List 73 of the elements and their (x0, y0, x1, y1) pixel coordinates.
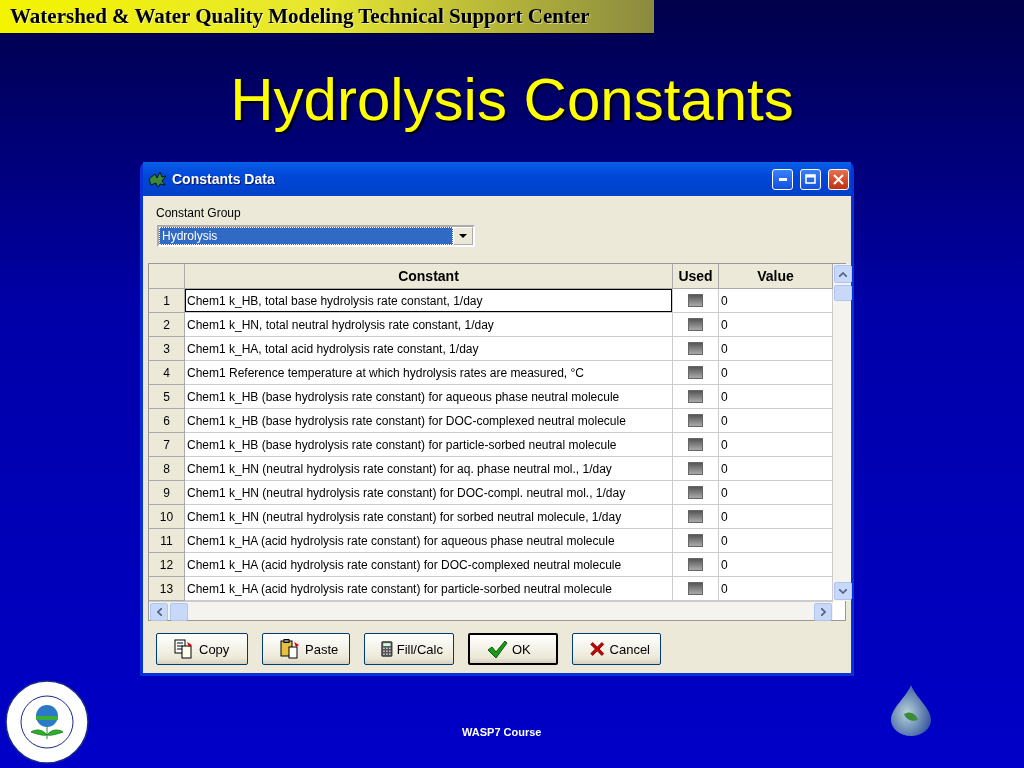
minimize-icon (778, 177, 787, 181)
scroll-thumb[interactable] (170, 603, 188, 621)
row-number: 12 (149, 553, 185, 577)
caret-icon (459, 234, 467, 238)
used-checkbox[interactable] (688, 534, 703, 547)
used-checkbox[interactable] (688, 342, 703, 355)
window-title: Constants Data (172, 171, 276, 187)
used-checkbox[interactable] (688, 294, 703, 307)
used-checkbox[interactable] (688, 510, 703, 523)
water-drop-icon (888, 684, 934, 736)
row-number: 9 (149, 481, 185, 505)
table-cell[interactable]: Chem1 k_HN, total neutral hydrolysis rate constant, 1/day (185, 313, 673, 337)
table-cell[interactable]: Chem1 k_HN (neutral hydrolysis rate constant) for aq. phase neutral mol., 1/day (185, 457, 673, 481)
group-dropdown[interactable]: Hydrolysis (157, 225, 475, 247)
header-text: Watershed & Water Quality Modeling Technical Support Center (10, 4, 590, 29)
table-cell[interactable]: Chem1 k_HB (base hydrolysis rate constant) for DOC-complexed neutral molecule (185, 409, 673, 433)
scroll-left-button[interactable] (150, 603, 168, 621)
table-cell[interactable]: Chem1 k_HA, total acid hydrolysis rate constant, 1/day (185, 337, 673, 361)
scroll-right-button[interactable] (814, 603, 832, 621)
copy-button[interactable]: Copy (156, 633, 248, 665)
used-checkbox[interactable] (688, 318, 703, 331)
row-number: 7 (149, 433, 185, 457)
checkmark-icon (486, 639, 508, 659)
maximize-button[interactable] (800, 168, 821, 190)
used-column-header: Used (673, 264, 719, 289)
table-cell[interactable]: Chem1 Reference temperature at which hydrolysis rates are measured, °C (185, 361, 673, 385)
scroll-down-button[interactable] (834, 582, 852, 600)
cancel-button[interactable]: Cancel (572, 633, 661, 665)
group-label: Constant Group (156, 206, 241, 220)
row-number: 3 (149, 337, 185, 361)
table-cell[interactable]: Chem1 k_HA (acid hydrolysis rate constant) for DOC-complexed neutral molecule (185, 553, 673, 577)
clipboard-icon (279, 639, 301, 659)
x-icon (589, 640, 606, 658)
calculator-icon (381, 638, 393, 660)
close-button[interactable] (828, 168, 849, 190)
row-number: 5 (149, 385, 185, 409)
copy-icon (173, 639, 195, 659)
table-cell[interactable]: Chem1 k_HN (neutral hydrolysis rate constant) for DOC-compl. neutral mol., 1/day (185, 481, 673, 505)
row-number: 2 (149, 313, 185, 337)
row-number: 6 (149, 409, 185, 433)
used-checkbox[interactable] (688, 462, 703, 475)
used-checkbox[interactable] (688, 438, 703, 451)
used-checkbox[interactable] (688, 486, 703, 499)
calc-button[interactable]: Fill/Calc (364, 633, 454, 665)
row-number: 1 (149, 289, 185, 313)
paste-button[interactable]: Paste (262, 633, 350, 665)
table-cell[interactable]: Chem1 k_HN (neutral hydrolysis rate constant) for sorbed neutral molecule, 1/day (185, 505, 673, 529)
value-column-header: Value (719, 264, 833, 289)
minimize-button[interactable] (772, 168, 793, 190)
table-cell[interactable]: Chem1 k_HB (base hydrolysis rate constant) for particle-sorbed neutral molecule (185, 433, 673, 457)
used-checkbox[interactable] (688, 582, 703, 595)
row-number: 13 (149, 577, 185, 601)
ok-button[interactable]: OK (468, 633, 558, 665)
scroll-up-button[interactable] (834, 265, 852, 283)
used-checkbox[interactable] (688, 366, 703, 379)
row-number: 4 (149, 361, 185, 385)
footer-text: WASP7 Course (462, 726, 542, 738)
table-cell[interactable]: Chem1 k_HB, total base hydrolysis rate constant, 1/day (185, 289, 673, 313)
slide-title: Hydrolysis Constants (230, 68, 794, 132)
app-icon (147, 171, 167, 187)
row-number: 11 (149, 529, 185, 553)
scroll-thumb[interactable] (834, 285, 852, 301)
used-checkbox[interactable] (688, 390, 703, 403)
close-icon (833, 173, 844, 185)
used-checkbox[interactable] (688, 414, 703, 427)
grid-corner (149, 264, 185, 289)
used-checkbox[interactable] (688, 558, 703, 571)
row-number: 10 (149, 505, 185, 529)
row-number: 8 (149, 457, 185, 481)
constant-column-header: Constant (185, 264, 673, 289)
maximize-icon (805, 174, 816, 184)
table-cell[interactable]: Chem1 k_HA (acid hydrolysis rate constant) for aqueous phase neutral molecule (185, 529, 673, 553)
table-cell[interactable]: Chem1 k_HB (base hydrolysis rate constant) for aqueous phase neutral molecule (185, 385, 673, 409)
